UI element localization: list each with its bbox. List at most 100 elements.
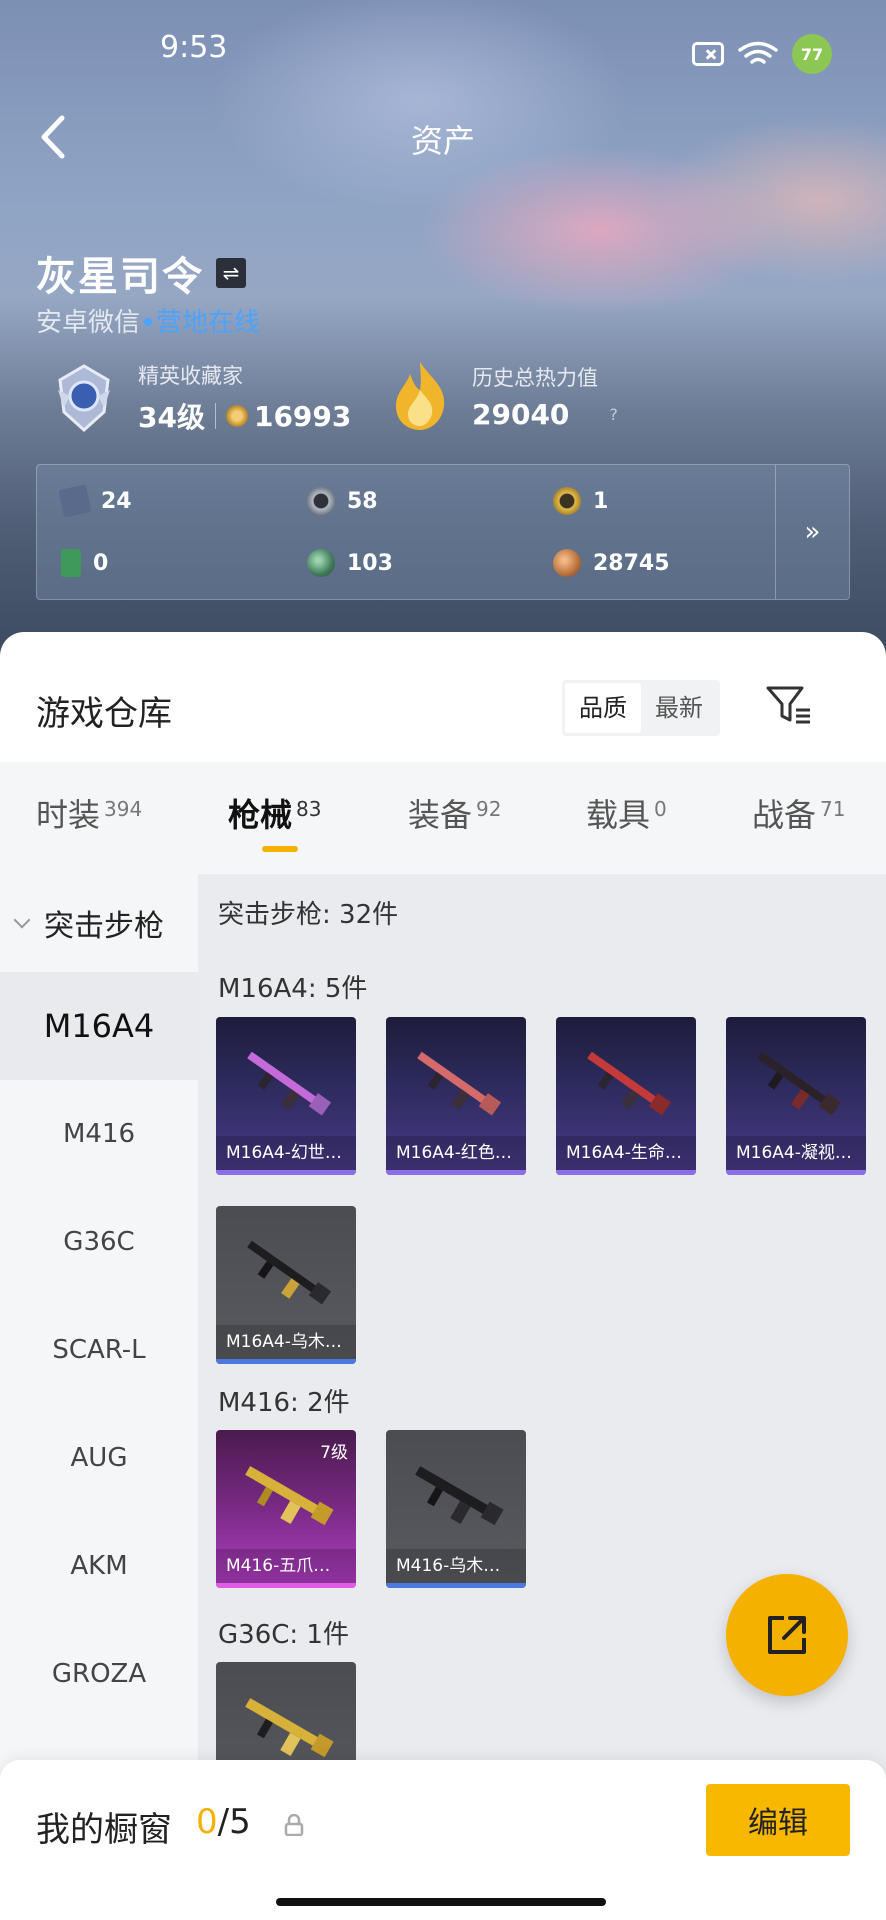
heat-row: 29040 ? <box>472 398 627 431</box>
showcase-label: 我的橱窗 <box>36 1810 172 1850</box>
sidebar-item-groza[interactable]: GROZA <box>0 1620 198 1728</box>
help-icon[interactable]: ? <box>609 405 627 424</box>
category-summary: 突击步枪: 32件 <box>218 900 399 930</box>
battery-icon: 77 <box>792 34 832 74</box>
tab-equipment[interactable]: 装备 92 <box>408 790 501 836</box>
resources-more-icon[interactable]: » <box>775 465 849 599</box>
tab-count: 71 <box>820 797 846 821</box>
card-icon <box>58 484 92 518</box>
sort-option-quality[interactable]: 品质 <box>565 683 641 733</box>
rank-emblem-icon <box>58 364 110 433</box>
sidebar-item-m416[interactable]: M416 <box>0 1080 198 1188</box>
tab-count: 83 <box>296 797 322 821</box>
home-indicator[interactable] <box>276 1898 606 1906</box>
weapon-card[interactable]: M16A4-红色… <box>386 1017 526 1175</box>
showcase-bar: 我的橱窗 0/5 编辑 <box>0 1760 886 1920</box>
resources-panel[interactable]: 24 58 1 0 103 28745 » <box>36 464 850 600</box>
weapon-card[interactable]: M16A4-乌木… <box>216 1206 356 1364</box>
sidebar-item-aug[interactable]: AUG <box>0 1404 198 1512</box>
green-orb-icon <box>307 549 335 577</box>
tab-firearms[interactable]: 枪械 83 <box>228 790 321 836</box>
no-sim-icon <box>692 42 724 66</box>
active-tab-indicator <box>262 846 298 852</box>
resource-value: 28745 <box>593 550 670 576</box>
rarity-bar <box>216 1359 356 1364</box>
rank-block[interactable]: 精英收藏家 34级 16993 <box>52 360 351 436</box>
page-title: 资产 <box>410 122 475 160</box>
resource-item: 28745 <box>553 549 670 577</box>
tab-label: 枪械 <box>228 796 293 834</box>
tab-vehicles[interactable]: 载具 0 <box>586 790 667 836</box>
online-dot <box>144 317 153 326</box>
nav-bar: 资产 <box>0 100 886 170</box>
weapon-card[interactable]: M416-乌木… <box>386 1430 526 1588</box>
share-icon <box>768 1616 806 1654</box>
silver-coin-icon <box>307 487 335 515</box>
tab-count: 0 <box>654 797 667 821</box>
warehouse-sheet: 游戏仓库 品质 最新 时装 394 枪械 83 装备 92 载具 0 战备 71 突击步枪… <box>0 632 886 1920</box>
user-name: 灰星司令 <box>36 254 204 300</box>
rarity-bar <box>216 1583 356 1588</box>
weapon-card-label: M16A4-乌木… <box>216 1325 356 1359</box>
weapon-card[interactable]: 7级 M416-五爪… <box>216 1430 356 1588</box>
switch-account-icon[interactable]: ⇌ <box>216 258 246 288</box>
user-name-row: 灰星司令 ⇌ <box>36 244 246 302</box>
platform-label: 安卓微信 <box>36 308 141 338</box>
weapon-card[interactable]: M16A4-生命… <box>556 1017 696 1175</box>
resource-value: 1 <box>593 488 609 514</box>
sort-toggle: 品质 最新 <box>562 680 720 736</box>
rifle-icon <box>415 1466 504 1526</box>
sidebar-item-scar-l[interactable]: SCAR-L <box>0 1296 198 1404</box>
rifle-icon <box>245 1698 334 1758</box>
category-tabs: 时装 394 枪械 83 装备 92 载具 0 战备 71 <box>0 762 886 874</box>
rarity-bar <box>216 1170 356 1175</box>
flame-icon <box>396 362 445 430</box>
rank-text: 精英收藏家 34级 16993 <box>138 360 351 436</box>
rifle-icon <box>417 1051 502 1116</box>
platform-row: 安卓微信 营地在线 <box>36 302 260 339</box>
bronze-coin-icon <box>553 549 581 577</box>
sidebar-item-akm[interactable]: AKM <box>0 1512 198 1620</box>
resource-item: 0 <box>61 549 108 577</box>
section-title: G36C: 1件 <box>218 1620 349 1650</box>
rifle-icon <box>247 1051 332 1116</box>
showcase-current: 0 <box>196 1802 218 1842</box>
tab-fashion[interactable]: 时装 394 <box>36 790 142 836</box>
warehouse-header: 游戏仓库 品质 最新 <box>0 632 886 762</box>
status-bar: 9:53 77 <box>0 0 886 100</box>
section-title: M416: 2件 <box>218 1388 350 1418</box>
weapon-card[interactable]: M16A4-幻世… <box>216 1017 356 1175</box>
resource-item: 103 <box>307 549 393 577</box>
online-status: 营地在线 <box>156 308 261 338</box>
heat-value: 29040 <box>472 397 570 431</box>
sidebar-item-m16a4[interactable]: M16A4 <box>0 972 198 1080</box>
rifle-icon <box>247 1240 332 1305</box>
weapon-card-label: M16A4-凝视… <box>726 1136 866 1170</box>
resource-value: 103 <box>347 550 393 576</box>
share-button[interactable] <box>726 1574 848 1696</box>
status-icons: 77 <box>692 34 832 74</box>
sort-option-newest[interactable]: 最新 <box>641 683 717 733</box>
showcase-count: 0/5 <box>196 1802 251 1842</box>
sidebar-group-label: 突击步枪 <box>44 909 164 944</box>
edit-button[interactable]: 编辑 <box>706 1784 850 1856</box>
divider <box>214 403 216 429</box>
weapon-card-label: M16A4-生命… <box>556 1136 696 1170</box>
resource-item: 1 <box>553 487 608 515</box>
tab-count: 394 <box>104 797 143 821</box>
weapon-card[interactable]: M16A4-凝视… <box>726 1017 866 1175</box>
gold-badge-icon <box>553 487 581 515</box>
rifle-icon <box>587 1051 672 1116</box>
sidebar-item-g36c[interactable]: G36C <box>0 1188 198 1296</box>
status-time: 9:53 <box>160 30 228 65</box>
rank-level: 34级 <box>138 401 205 434</box>
sidebar-group-assault-rifles[interactable]: 突击步枪 <box>0 874 198 972</box>
tab-supplies[interactable]: 战备 71 <box>752 790 845 836</box>
tab-label: 战备 <box>752 796 817 834</box>
weapon-card-label: M416-乌木… <box>386 1549 526 1583</box>
tab-label: 装备 <box>408 796 473 834</box>
green-ticket-icon <box>61 549 81 577</box>
weapon-card-label: M16A4-红色… <box>386 1136 526 1170</box>
filter-icon[interactable] <box>764 682 814 728</box>
resource-item: 58 <box>307 487 378 515</box>
